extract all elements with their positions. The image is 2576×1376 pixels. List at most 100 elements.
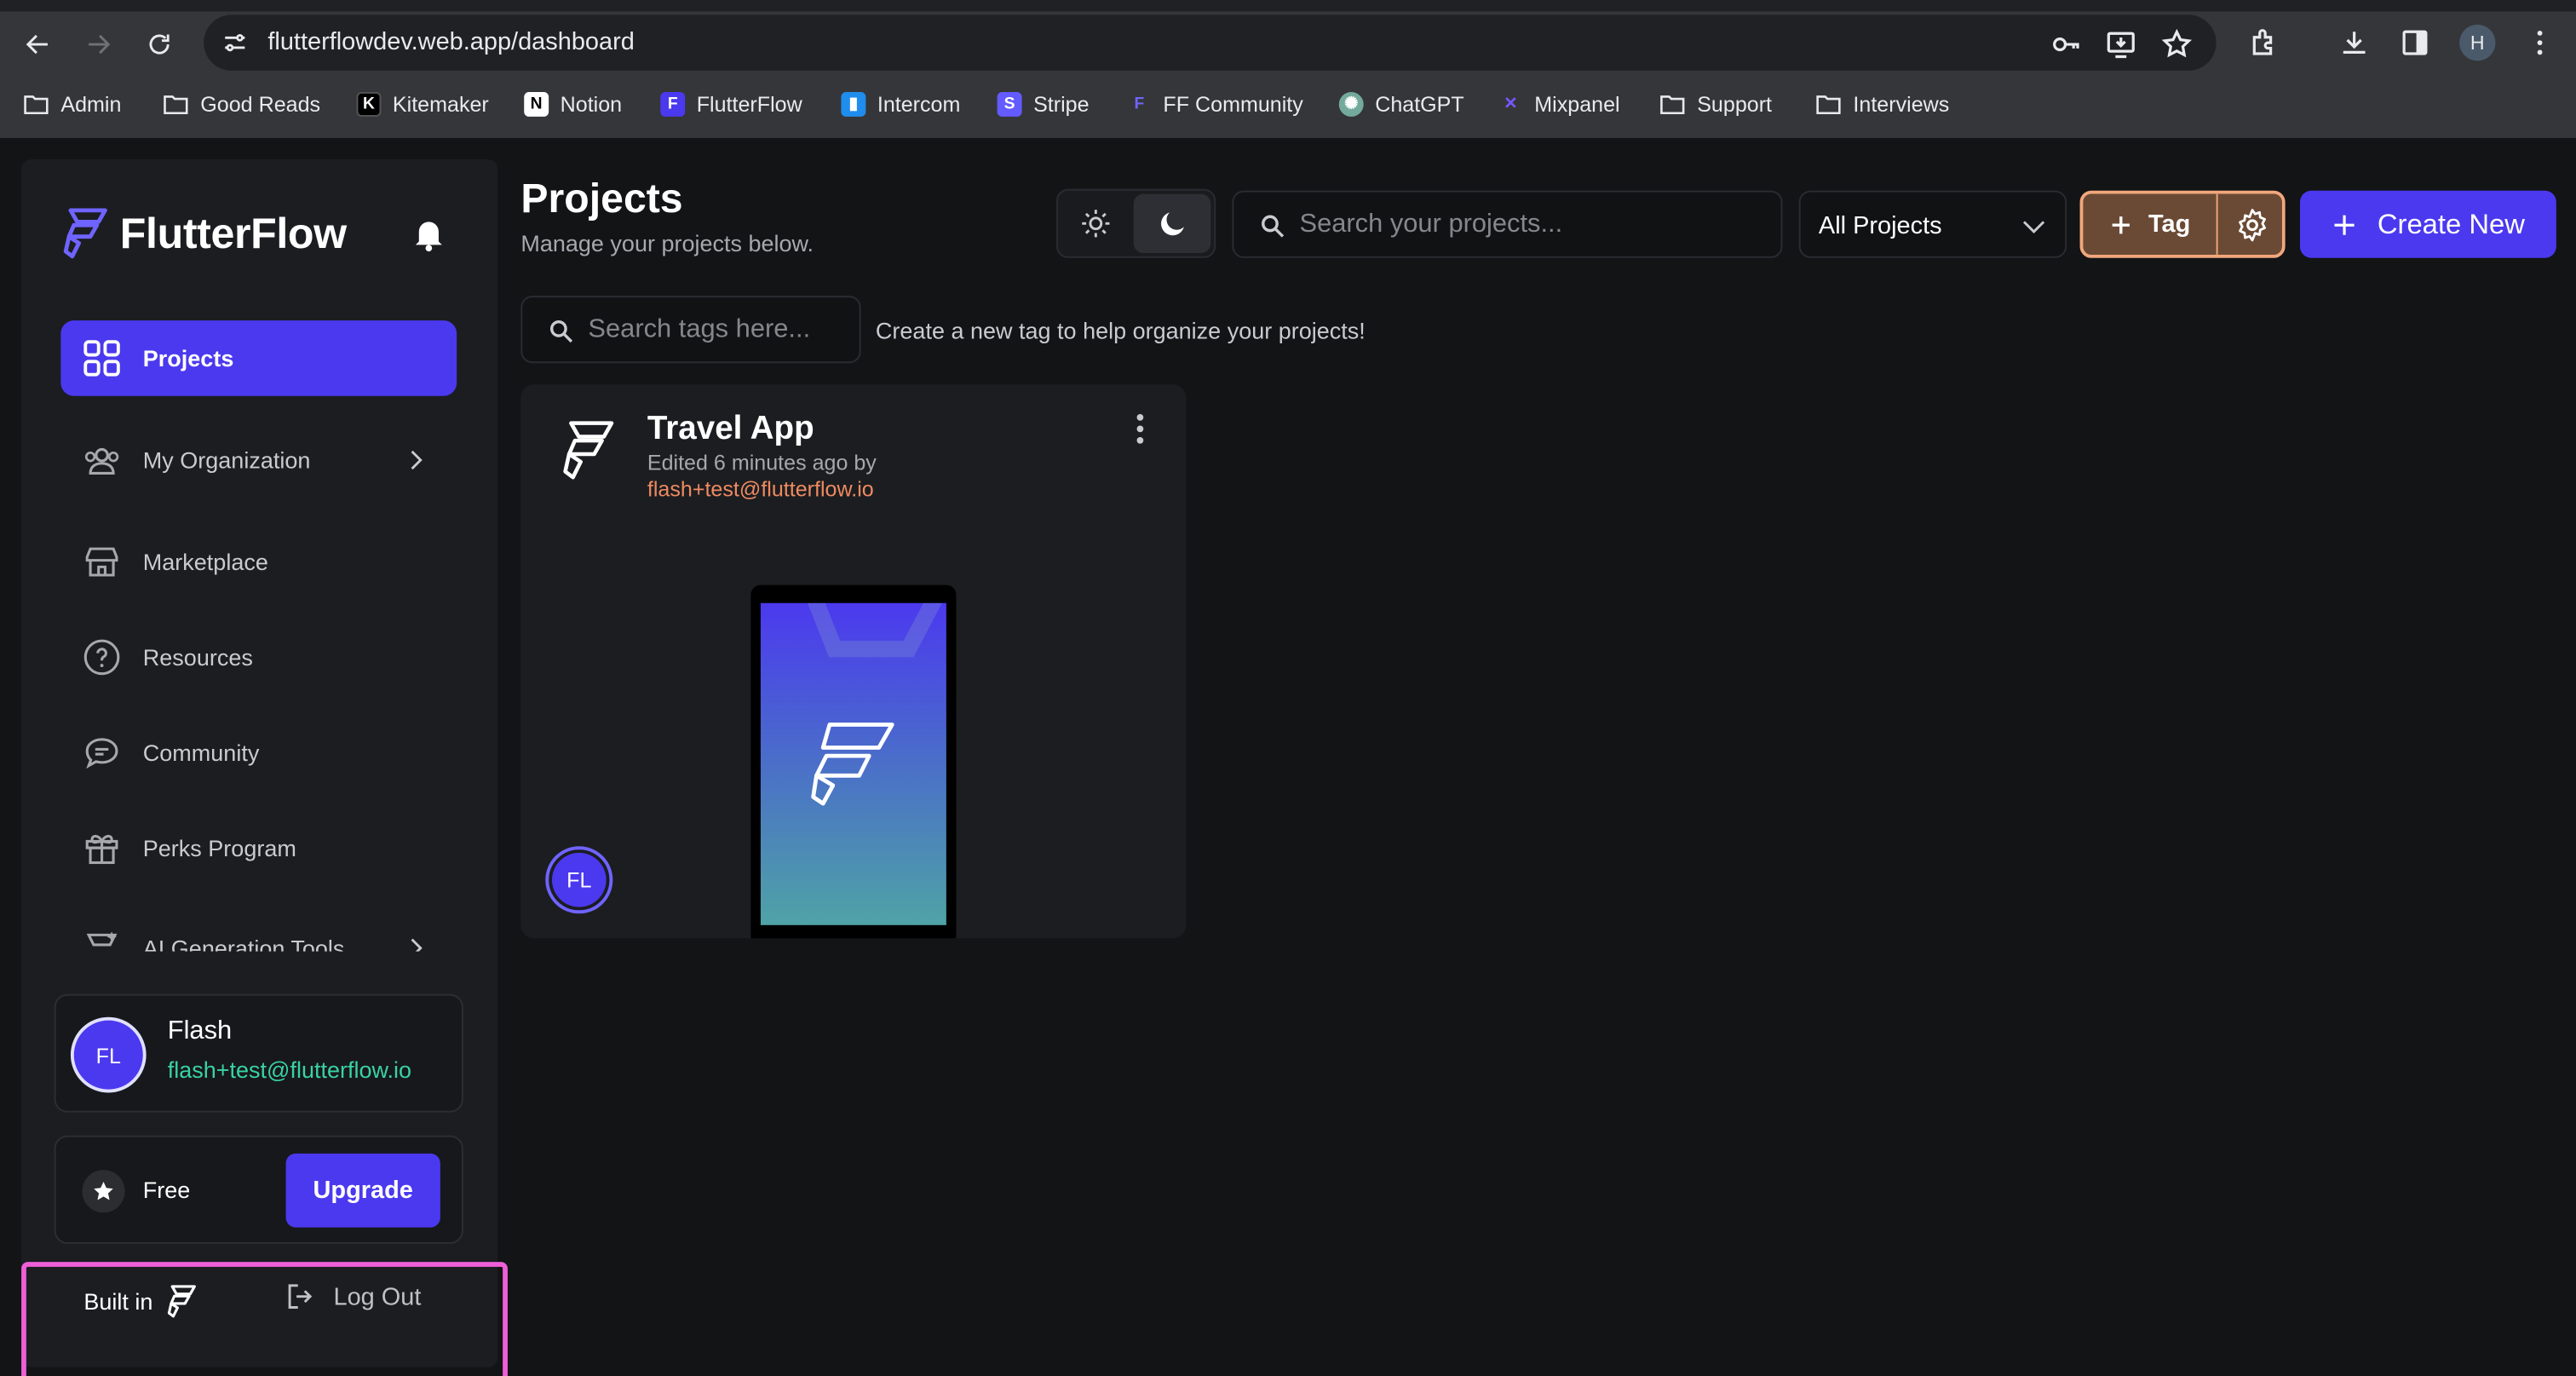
bookmark-label: Support [1697,91,1773,116]
bookmark-ff-community[interactable]: F FF Community [1127,89,1303,118]
nav-ai-generation-tools[interactable]: AI Generation Tools [60,918,457,952]
help-circle-icon [82,637,121,676]
notifications-bell-icon[interactable] [409,214,448,253]
project-filter-select[interactable]: All Projects [1798,190,2067,258]
bookmark-interviews[interactable]: Interviews [1815,89,1949,118]
nav-projects[interactable]: Projects [60,320,457,396]
plan-card: Free Upgrade [54,1135,463,1244]
brand-name: FlutterFlow [119,207,347,257]
plus-icon [2112,216,2130,233]
store-icon [82,542,121,581]
user-card[interactable]: FL Flash flash+test@flutterflow.io [54,993,463,1113]
nav-label: Projects [142,344,234,371]
logout-button[interactable]: Log Out [285,1280,422,1313]
brand-logo[interactable]: FlutterFlow [57,205,347,262]
bookmark-label: Interviews [1853,91,1950,116]
browser-toolbar: flutterflowdev.web.app/dashboard H [0,11,2576,77]
browser-chrome: flutterflowdev.web.app/dashboard H Admin… [0,0,2576,138]
nav-scroll-clip: AI Generation Tools [21,918,497,952]
nav-label: Community [142,739,260,766]
project-search-input[interactable] [1299,206,1760,244]
nav-resources[interactable]: Resources [60,619,457,695]
tag-settings-button[interactable] [2216,193,2282,255]
nav-my-organization[interactable]: My Organization [60,423,457,498]
tag-button-group: Tag [2079,190,2286,258]
bookmark-chatgpt[interactable]: ✺ ChatGPT [1338,89,1464,118]
add-tag-label: Tag [2148,210,2191,239]
nav-community[interactable]: Community [60,715,457,791]
add-tag-button[interactable]: Tag [2083,193,2217,255]
folder-icon [23,90,49,117]
nav-label: Perks Program [142,834,296,861]
key-icon[interactable] [2050,28,2084,61]
bookmark-support[interactable]: Support [1659,89,1772,118]
dark-mode-button[interactable] [1133,193,1211,253]
intercom-icon: ▮ [841,91,866,116]
bookmark-good-reads[interactable]: Good Reads [163,89,320,118]
extensions-icon[interactable] [2245,25,2281,60]
search-icon [1258,212,1286,240]
kitemaker-icon: K [356,91,382,116]
back-icon[interactable] [18,25,57,64]
create-new-button[interactable]: Create New [2299,190,2556,258]
side-panel-icon[interactable] [2397,25,2433,60]
preview-logo-icon [808,602,942,806]
chat-icon [82,733,121,772]
address-bar[interactable]: flutterflowdev.web.app/dashboard [204,14,2217,71]
search-icon [547,317,575,345]
logout-label: Log Out [333,1282,422,1311]
chatgpt-icon: ✺ [1338,91,1364,116]
mixpanel-icon: ✕ [1504,94,1518,113]
bookmark-intercom[interactable]: ▮ Intercom [841,89,960,118]
forward-icon[interactable] [79,25,118,64]
page-subtitle: Manage your projects below. [520,229,814,256]
bookmark-star-icon[interactable] [2160,28,2194,61]
project-card[interactable]: Travel App Edited 6 minutes ago by flash… [520,384,1187,939]
upgrade-button[interactable]: Upgrade [285,1153,440,1228]
bookmark-kitemaker[interactable]: K Kitemaker [356,89,489,118]
site-settings-icon[interactable] [220,28,250,58]
bookmark-label: FF Community [1163,91,1303,116]
theme-toggle [1056,188,1216,258]
sidebar: FlutterFlow Projects My Organization Mar… [21,159,498,1367]
preview-screen [760,602,946,925]
flutterflow-logo-icon [63,208,107,259]
built-in-badge[interactable]: Built in [83,1283,198,1319]
url-text: flutterflowdev.web.app/dashboard [267,27,635,56]
bookmark-label: FlutterFlow [696,91,802,116]
logout-icon [288,1284,313,1309]
tag-search [520,296,861,364]
flutterflow-icon: F [1134,94,1145,113]
more-vertical-icon[interactable] [1124,411,1157,446]
project-name: Travel App [647,411,814,447]
bookmark-flutterflow[interactable]: F FlutterFlow [660,89,802,118]
install-app-icon[interactable] [2104,28,2137,61]
notion-icon: N [524,91,549,116]
chevron-down-icon [2019,212,2049,242]
tag-search-input[interactable] [588,312,851,348]
nav-marketplace[interactable]: Marketplace [60,524,457,600]
grid-icon [82,338,121,377]
light-mode-button[interactable] [1061,194,1130,253]
ai-icon [82,929,121,952]
moon-icon [1160,212,1183,236]
bookmark-label: Notion [560,91,623,116]
bookmark-mixpanel[interactable]: ✕ Mixpanel [1498,89,1619,118]
bookmark-stripe[interactable]: S Stripe [997,89,1090,118]
bookmark-notion[interactable]: N Notion [524,89,622,118]
folder-icon [1815,90,1842,117]
project-filter-value: All Projects [1818,211,1942,240]
browser-menu-icon[interactable] [2521,25,2557,60]
user-avatar: FL [70,1016,147,1093]
nav-label: Marketplace [142,549,268,575]
nav-perks-program[interactable]: Perks Program [60,810,457,886]
bookmark-label: Kitemaker [392,91,489,116]
profile-avatar[interactable]: H [2459,24,2496,61]
reload-icon[interactable] [140,25,179,64]
bookmark-label: Admin [60,91,122,116]
people-icon [82,440,121,480]
bookmark-admin[interactable]: Admin [23,89,121,118]
download-icon[interactable] [2336,25,2372,60]
flutterflow-icon: F [660,91,686,116]
chevron-right-icon [401,446,431,475]
